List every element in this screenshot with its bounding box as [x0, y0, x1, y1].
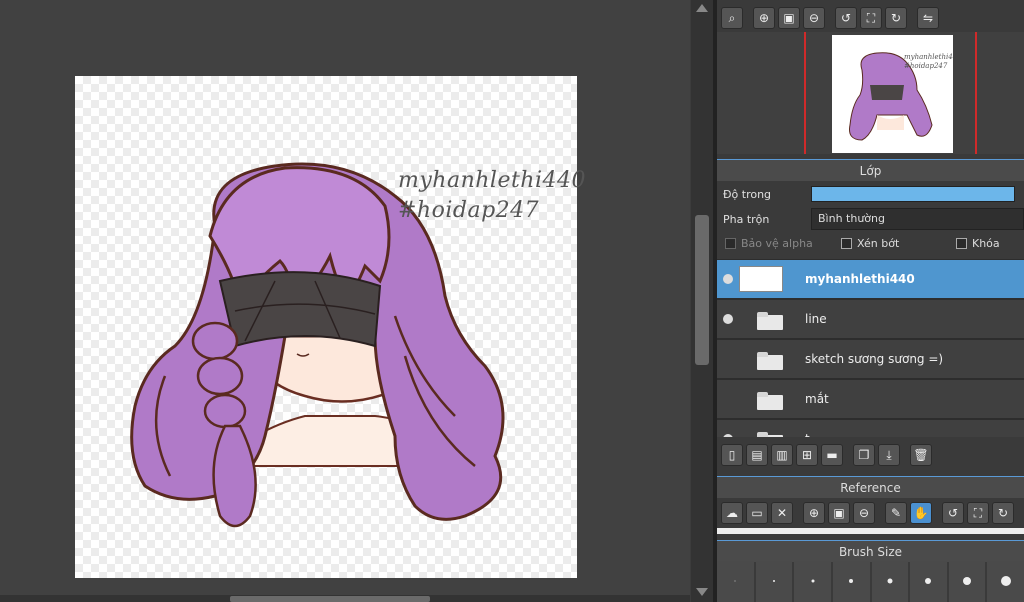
blend-row: Pha trộn Bình thường — [717, 208, 1024, 230]
folder-icon — [757, 312, 783, 330]
opacity-row: Độ trong — [717, 183, 1024, 205]
lock-label: Khóa — [972, 237, 1000, 250]
new-layer-icon[interactable]: ▯ — [721, 444, 743, 466]
new-1bit-layer-icon[interactable]: ▥ — [771, 444, 793, 466]
canvas-area[interactable]: myhanhlethi440 #hoidap247 — [0, 0, 690, 595]
brush-size-option[interactable] — [832, 561, 870, 602]
ref-rotate-right-icon[interactable]: ↻ — [992, 502, 1014, 524]
ref-fit-window-icon[interactable]: ⛶ — [967, 502, 989, 524]
drawing-canvas[interactable]: myhanhlethi440 #hoidap247 — [75, 76, 586, 578]
ref-rotate-icon[interactable]: ↺ — [942, 502, 964, 524]
reference-image-strip — [717, 528, 1024, 534]
thumb-watermark2: #hoidap247 — [904, 62, 948, 70]
right-panel: ⌕ ⊕ ▣ ⊖ ↺ ⛶ ↻ ⇋ myhanhlethi440 #ho — [717, 0, 1024, 602]
brush-size-option[interactable] — [755, 561, 793, 602]
opacity-label: Độ trong — [723, 187, 772, 201]
zoom-in-icon[interactable]: ⊕ — [753, 7, 775, 29]
horizontal-scrollbar[interactable] — [0, 595, 690, 602]
hand-icon[interactable]: ✋ — [910, 502, 932, 524]
protect-alpha-checkbox[interactable]: Bảo vệ alpha — [725, 237, 813, 250]
new-folder-icon[interactable]: ▬ — [821, 444, 843, 466]
scroll-up-icon[interactable] — [696, 4, 708, 12]
brush-size-option[interactable] — [987, 561, 1024, 602]
vertical-scrollbar[interactable] — [691, 0, 713, 602]
layer-name: myhanhlethi440 — [805, 272, 915, 286]
close-reference-icon[interactable]: ✕ — [771, 502, 793, 524]
zoom-out-icon[interactable]: ⊖ — [803, 7, 825, 29]
layer-item[interactable]: line — [717, 300, 1024, 339]
zoom-fit-icon[interactable]: ⌕ — [721, 7, 743, 29]
layer-item[interactable]: myhanhlethi440 — [717, 260, 1024, 299]
clipping-checkbox[interactable]: Xén bớt — [841, 237, 899, 250]
folder-icon — [757, 352, 783, 370]
ref-fit-icon[interactable]: ▣ — [828, 502, 850, 524]
visibility-icon[interactable] — [723, 314, 733, 324]
flip-icon[interactable]: ⇋ — [917, 7, 939, 29]
protect-alpha-label: Bảo vệ alpha — [741, 237, 813, 250]
layer-name: line — [805, 312, 827, 326]
fit-window-icon[interactable]: ⛶ — [860, 7, 882, 29]
layer-toolbar: ▯ ▤ ▥ ⊞ ▬ ❐ ⤓ 🗑 — [717, 441, 1024, 469]
thumb-watermark1: myhanhlethi440 — [904, 53, 953, 61]
checkbox-box — [725, 238, 736, 249]
ref-zoom-in-icon[interactable]: ⊕ — [803, 502, 825, 524]
layer-options-row: Bảo vệ alpha Xén bớt Khóa — [717, 234, 1024, 256]
eyedropper-icon[interactable]: ✎ — [885, 502, 907, 524]
blend-label: Pha trộn — [723, 212, 770, 226]
checkbox-box — [841, 238, 852, 249]
layer-item[interactable]: t — [717, 420, 1024, 437]
brush-size-list — [717, 561, 1024, 602]
open-folder-icon[interactable]: ▭ — [746, 502, 768, 524]
layer-item[interactable]: sketch sương sương =) — [717, 340, 1024, 379]
reference-toolbar: ☁ ▭ ✕ ⊕ ▣ ⊖ ✎ ✋ ↺ ⛶ ↻ — [717, 499, 1024, 527]
visibility-icon[interactable] — [723, 434, 733, 437]
rotate-left-icon[interactable]: ↺ — [835, 7, 857, 29]
reference-panel-header[interactable]: Reference — [717, 476, 1024, 498]
scrollbar-thumb[interactable] — [230, 596, 430, 602]
new-halftone-layer-icon[interactable]: ▤ — [746, 444, 768, 466]
navigator-preview[interactable]: myhanhlethi440 #hoidap247 — [717, 32, 1024, 154]
layer-name: mắt — [805, 392, 829, 406]
brush-size-option[interactable] — [871, 561, 909, 602]
opacity-slider[interactable] — [811, 186, 1015, 202]
watermark-line1: myhanhlethi440 — [398, 168, 587, 193]
lock-checkbox[interactable]: Khóa — [956, 237, 1000, 250]
layer-name: sketch sương sương =) — [805, 352, 944, 366]
artwork — [130, 162, 505, 528]
watermark-line2: #hoidap247 — [398, 198, 540, 223]
layer-thumbnail — [739, 266, 783, 292]
merge-down-icon[interactable]: ⤓ — [878, 444, 900, 466]
navigator-thumbnail: myhanhlethi440 #hoidap247 — [832, 35, 953, 153]
checkbox-box — [956, 238, 967, 249]
brush-size-option[interactable] — [948, 561, 986, 602]
app-window: myhanhlethi440 #hoidap247 ⌕ ⊕ ▣ ⊖ ↺ ⛶ ↻ … — [0, 0, 1024, 602]
brush-size-option[interactable] — [717, 561, 754, 602]
layer-panel-header[interactable]: Lớp — [717, 159, 1024, 181]
layer-name: t — [805, 432, 810, 437]
ref-zoom-out-icon[interactable]: ⊖ — [853, 502, 875, 524]
duplicate-layer-icon[interactable]: ❐ — [853, 444, 875, 466]
opacity-fill — [812, 187, 1014, 201]
brush-size-option[interactable] — [794, 561, 831, 602]
scroll-down-icon[interactable] — [696, 588, 708, 596]
folder-icon — [757, 432, 783, 437]
delete-layer-icon[interactable]: 🗑 — [910, 444, 932, 466]
fullscreen-icon[interactable]: ▣ — [778, 7, 800, 29]
clipping-label: Xén bớt — [857, 237, 900, 250]
rotate-right-icon[interactable]: ↻ — [885, 7, 907, 29]
cloud-open-icon[interactable]: ☁ — [721, 502, 743, 524]
scrollbar-thumb[interactable] — [695, 215, 709, 365]
add-layer-menu-icon[interactable]: ⊞ — [796, 444, 818, 466]
blend-mode-select[interactable]: Bình thường — [811, 208, 1024, 230]
navigator-toolbar: ⌕ ⊕ ▣ ⊖ ↺ ⛶ ↻ ⇋ — [717, 4, 1024, 32]
visibility-icon[interactable] — [723, 274, 733, 284]
folder-icon — [757, 392, 783, 410]
brush-size-header[interactable]: Brush Size — [717, 540, 1024, 562]
layer-item[interactable]: mắt — [717, 380, 1024, 419]
viewport-right-edge — [975, 32, 977, 154]
layer-list[interactable]: myhanhlethi440 line sketch sương sương =… — [717, 259, 1024, 437]
brush-size-option[interactable] — [910, 561, 947, 602]
viewport-left-edge — [804, 32, 806, 154]
